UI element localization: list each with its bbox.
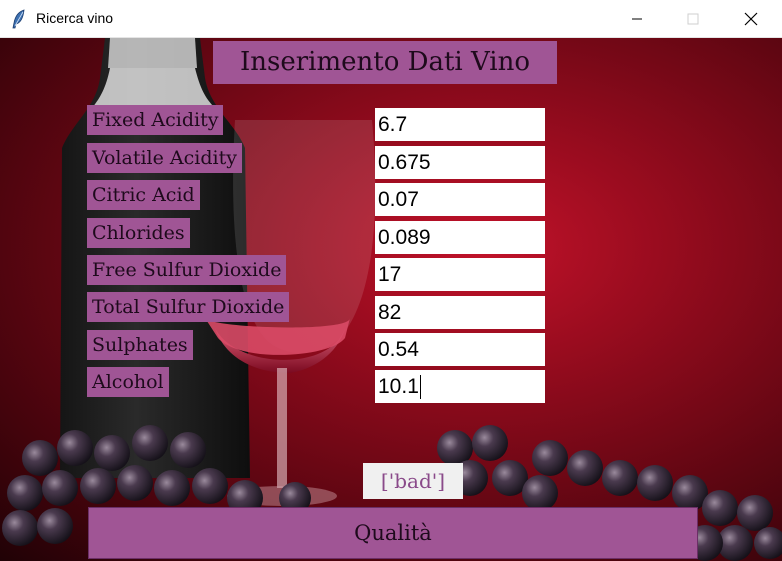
sulphates-value: 0.54 <box>378 338 419 361</box>
chlorides-value: 0.089 <box>378 226 431 249</box>
alcohol-value: 10.1 <box>378 375 419 398</box>
alcohol-input[interactable]: 10.1 <box>375 370 545 403</box>
feather-icon <box>12 9 25 29</box>
citric-acid-input[interactable]: 0.07 <box>375 183 545 216</box>
fixed-acidity-value: 6.7 <box>378 113 408 136</box>
label-sulphates: Sulphates <box>87 330 193 360</box>
volatile-acidity-input[interactable]: 0.675 <box>375 146 545 179</box>
free-sulfur-dioxide-value: 17 <box>378 263 402 286</box>
close-icon <box>744 12 758 26</box>
label-citric-acid: Citric Acid <box>87 180 200 210</box>
text-caret <box>419 375 421 400</box>
sulphates-input[interactable]: 0.54 <box>375 333 545 366</box>
fixed-acidity-input[interactable]: 6.7 <box>375 108 545 141</box>
maximize-button[interactable] <box>670 0 716 38</box>
volatile-acidity-value: 0.675 <box>378 151 431 174</box>
free-sulfur-dioxide-input[interactable]: 17 <box>375 258 545 291</box>
form-heading: Inserimento Dati Vino <box>213 41 557 84</box>
chlorides-input[interactable]: 0.089 <box>375 221 545 254</box>
total-sulfur-dioxide-value: 82 <box>378 301 402 324</box>
minimize-button[interactable] <box>614 0 660 38</box>
total-sulfur-dioxide-input[interactable]: 82 <box>375 296 545 329</box>
close-button[interactable] <box>728 0 774 38</box>
quality-button[interactable]: Qualità <box>88 507 698 559</box>
window-titlebar: Ricerca vino <box>0 0 782 38</box>
prediction-result: ['bad'] <box>363 463 463 499</box>
label-total-sulfur-dioxide: Total Sulfur Dioxide <box>87 292 290 322</box>
minimize-icon <box>632 18 642 20</box>
label-free-sulfur-dioxide: Free Sulfur Dioxide <box>87 255 287 285</box>
label-alcohol: Alcohol <box>87 367 169 397</box>
label-fixed-acidity: Fixed Acidity <box>87 105 224 135</box>
main-content: Inserimento Dati Vino Fixed Acidity Vola… <box>0 38 782 561</box>
label-volatile-acidity: Volatile Acidity <box>87 143 242 173</box>
citric-acid-value: 0.07 <box>378 188 419 211</box>
maximize-icon <box>687 13 699 25</box>
label-chlorides: Chlorides <box>87 218 190 248</box>
window-title: Ricerca vino <box>36 10 114 26</box>
